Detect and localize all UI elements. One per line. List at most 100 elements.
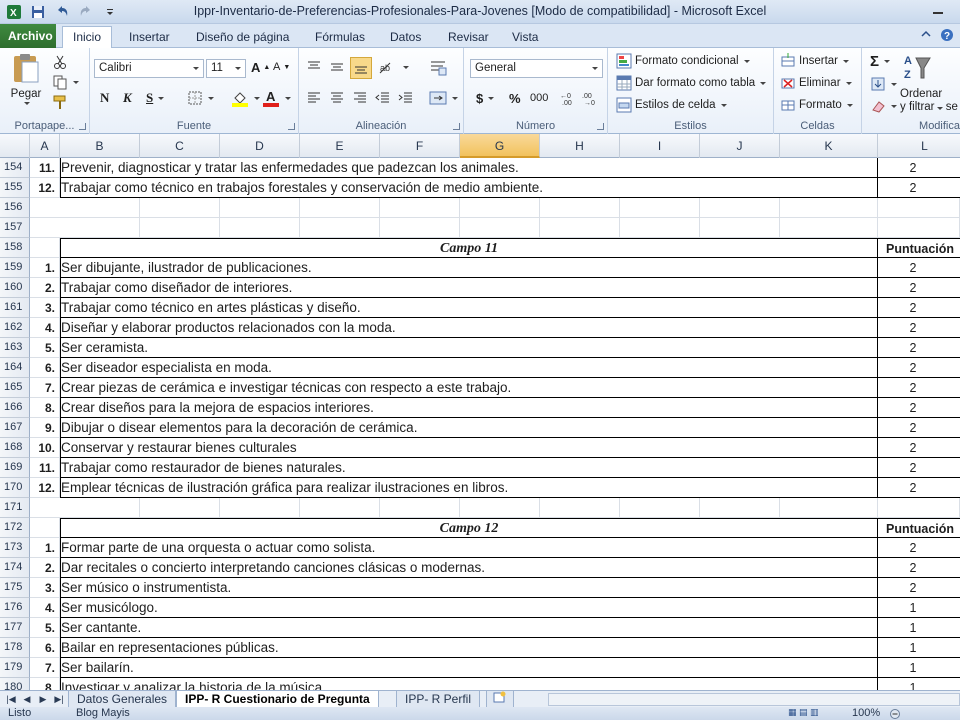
item-score[interactable]: 2 <box>878 558 960 578</box>
cell[interactable] <box>140 218 220 238</box>
item-text[interactable]: Prevenir, diagnosticar y tratar las enfe… <box>61 158 519 178</box>
select-all-corner[interactable] <box>0 134 30 158</box>
item-number[interactable]: 6. <box>30 638 60 658</box>
comma-style-button[interactable]: 000 <box>530 92 548 104</box>
item-number[interactable]: 5. <box>30 618 60 638</box>
decrease-decimal-icon[interactable]: .00 →0 <box>582 90 600 106</box>
item-score[interactable]: 1 <box>878 678 960 690</box>
cell[interactable] <box>780 198 878 218</box>
insert-cells-button[interactable]: Insertar <box>780 53 849 69</box>
item-number[interactable]: 7. <box>30 378 60 398</box>
row-header[interactable]: 163 <box>0 338 30 358</box>
cell[interactable] <box>700 198 780 218</box>
cut-icon[interactable] <box>52 54 68 70</box>
item-number[interactable]: 6. <box>30 358 60 378</box>
column-header-j[interactable]: J <box>700 134 780 158</box>
column-header-f[interactable]: F <box>380 134 460 158</box>
cell[interactable] <box>620 198 700 218</box>
align-middle-icon[interactable] <box>329 59 345 75</box>
align-top-icon[interactable] <box>306 59 322 75</box>
font-color-icon[interactable]: A <box>262 89 291 107</box>
cell[interactable] <box>30 238 60 258</box>
cell[interactable] <box>780 218 878 238</box>
next-sheet-icon[interactable]: ▶ <box>36 692 50 706</box>
cell[interactable] <box>620 218 700 238</box>
row-header[interactable]: 177 <box>0 618 30 638</box>
column-header-a[interactable]: A <box>30 134 60 158</box>
row-header[interactable]: 167 <box>0 418 30 438</box>
item-number[interactable]: 4. <box>30 598 60 618</box>
item-score[interactable]: 2 <box>878 538 960 558</box>
delete-cells-button[interactable]: Eliminar <box>780 75 852 91</box>
align-right-icon[interactable] <box>352 90 368 106</box>
copy-icon[interactable] <box>52 74 79 90</box>
item-number[interactable]: 10. <box>30 438 60 458</box>
align-left-icon[interactable] <box>306 90 322 106</box>
row-header[interactable]: 172 <box>0 518 30 538</box>
item-number[interactable]: 3. <box>30 578 60 598</box>
row-header[interactable]: 166 <box>0 398 30 418</box>
help-icon[interactable]: ? <box>940 28 954 45</box>
alignment-dialog-launcher[interactable] <box>453 123 460 130</box>
row-header[interactable]: 170 <box>0 478 30 498</box>
sheet-tab-cuestionario[interactable]: IPP- R Cuestionario de Pregunta <box>176 691 379 708</box>
first-sheet-icon[interactable]: |◀ <box>4 692 18 706</box>
row-header[interactable]: 159 <box>0 258 30 278</box>
format-cells-button[interactable]: Formato <box>780 97 853 113</box>
row-header[interactable]: 165 <box>0 378 30 398</box>
row-header[interactable]: 179 <box>0 658 30 678</box>
tab-insertar[interactable]: Insertar <box>119 27 180 48</box>
item-number[interactable]: 11. <box>30 158 60 178</box>
section-title[interactable]: Campo 12 <box>60 518 878 538</box>
item-number[interactable]: 3. <box>30 298 60 318</box>
decrease-indent-icon[interactable] <box>375 90 391 106</box>
font-dialog-launcher[interactable] <box>288 123 295 130</box>
item-text[interactable]: Dibujar o disear elementos para la decor… <box>61 418 417 438</box>
section-title[interactable]: Campo 11 <box>60 238 878 258</box>
cell[interactable] <box>700 498 780 518</box>
row-header[interactable]: 155 <box>0 178 30 198</box>
item-text[interactable]: Ser musicólogo. <box>61 598 158 618</box>
clear-icon[interactable] <box>870 98 897 114</box>
tab-archivo[interactable]: Archivo <box>0 24 56 48</box>
row-header[interactable]: 173 <box>0 538 30 558</box>
percent-style-button[interactable]: % <box>509 91 521 106</box>
column-header-e[interactable]: E <box>300 134 380 158</box>
cell[interactable] <box>460 498 540 518</box>
cell[interactable] <box>460 198 540 218</box>
item-text[interactable]: Bailar en representaciones públicas. <box>61 638 279 658</box>
view-buttons[interactable]: ▦ ▤ ▥ <box>788 707 819 718</box>
cell[interactable] <box>878 498 960 518</box>
item-number[interactable]: 2. <box>30 558 60 578</box>
row-header[interactable]: 174 <box>0 558 30 578</box>
item-text[interactable]: Formar parte de una orquesta o actuar co… <box>61 538 375 558</box>
cell[interactable] <box>140 498 220 518</box>
spreadsheet-grid[interactable]: ABCDEFGHIJKL 154 11. Prevenir, diagnostica… <box>0 134 960 690</box>
item-score[interactable]: 2 <box>878 458 960 478</box>
column-header-i[interactable]: I <box>620 134 700 158</box>
cell[interactable] <box>30 498 140 518</box>
cell[interactable] <box>460 218 540 238</box>
cell[interactable] <box>540 198 620 218</box>
cell[interactable] <box>220 218 300 238</box>
sheet-tab-perfil[interactable]: IPP- R Perfil <box>396 691 481 708</box>
cell[interactable] <box>380 218 460 238</box>
cell[interactable] <box>540 218 620 238</box>
font-size-select[interactable]: 11 <box>206 59 246 78</box>
item-text[interactable]: Investigar y analizar la historia de la … <box>61 678 326 690</box>
grow-font-icon[interactable]: A ▲ <box>251 60 270 75</box>
column-header-c[interactable]: C <box>140 134 220 158</box>
number-dialog-launcher[interactable] <box>597 123 604 130</box>
increase-indent-icon[interactable] <box>398 90 414 106</box>
column-header-d[interactable]: D <box>220 134 300 158</box>
row-header[interactable]: 157 <box>0 218 30 238</box>
item-number[interactable]: 5. <box>30 338 60 358</box>
item-text[interactable]: Trabajar como técnico en artes plásticas… <box>61 298 361 318</box>
fill-color-icon[interactable] <box>231 89 260 107</box>
row-header[interactable]: 162 <box>0 318 30 338</box>
tab-inicio[interactable]: Inicio <box>62 26 113 49</box>
item-text[interactable]: Diseñar y elaborar productos relacionado… <box>61 318 396 338</box>
item-number[interactable]: 12. <box>30 478 60 498</box>
item-text[interactable]: Crear diseños para la mejora de espacios… <box>61 398 374 418</box>
item-score[interactable]: 1 <box>878 658 960 678</box>
